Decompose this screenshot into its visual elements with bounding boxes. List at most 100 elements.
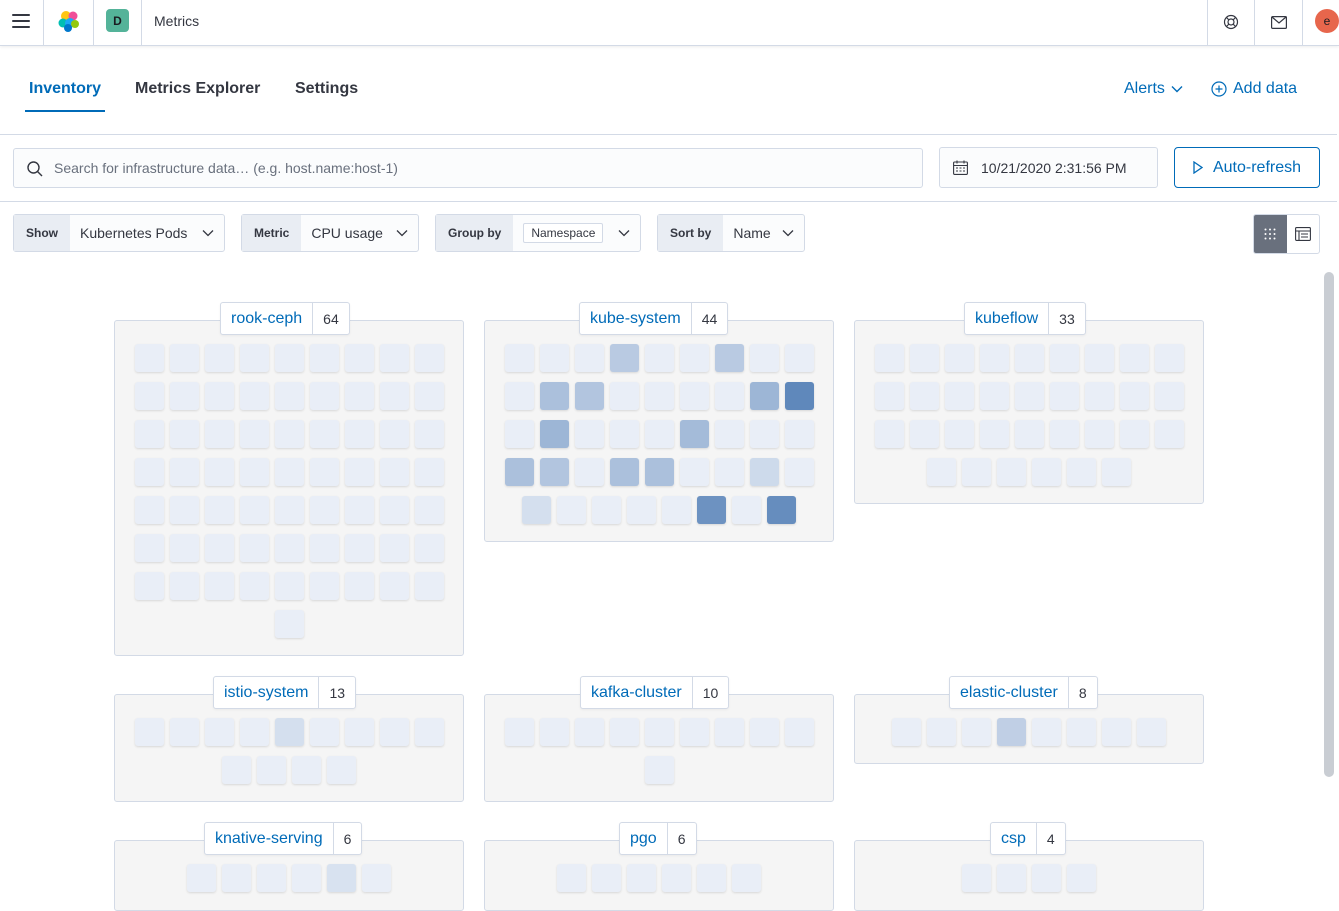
pod-cell[interactable]: [135, 344, 164, 372]
sort-by-select[interactable]: Sort by Name: [657, 214, 805, 252]
pod-cell[interactable]: [310, 344, 339, 372]
pod-cell[interactable]: [292, 864, 321, 892]
pod-cell[interactable]: [135, 572, 164, 600]
pod-cell[interactable]: [205, 344, 234, 372]
pod-cell[interactable]: [875, 420, 904, 448]
pod-cell[interactable]: [1067, 458, 1096, 486]
pod-cell[interactable]: [345, 572, 374, 600]
metric-select[interactable]: Metric CPU usage: [241, 214, 419, 252]
pod-cell[interactable]: [1155, 344, 1184, 372]
pod-cell[interactable]: [327, 864, 356, 892]
pod-cell[interactable]: [575, 718, 604, 746]
pod-cell[interactable]: [310, 458, 339, 486]
pod-cell[interactable]: [557, 864, 586, 892]
pod-cell[interactable]: [257, 864, 286, 892]
pod-cell[interactable]: [785, 420, 814, 448]
pod-cell[interactable]: [540, 458, 569, 486]
add-data-link[interactable]: Add data: [1211, 80, 1297, 98]
pod-cell[interactable]: [170, 382, 199, 410]
pod-cell[interactable]: [275, 718, 304, 746]
pod-cell[interactable]: [750, 382, 779, 410]
pod-cell[interactable]: [275, 534, 304, 562]
pod-cell[interactable]: [927, 718, 956, 746]
pod-cell[interactable]: [575, 420, 604, 448]
pod-cell[interactable]: [275, 572, 304, 600]
pod-cell[interactable]: [1015, 420, 1044, 448]
pod-cell[interactable]: [345, 718, 374, 746]
pod-cell[interactable]: [1050, 420, 1079, 448]
pod-cell[interactable]: [380, 534, 409, 562]
pod-cell[interactable]: [240, 718, 269, 746]
pod-cell[interactable]: [135, 420, 164, 448]
pod-cell[interactable]: [240, 496, 269, 524]
pod-cell[interactable]: [980, 344, 1009, 372]
pod-cell[interactable]: [715, 344, 744, 372]
pod-cell[interactable]: [1102, 458, 1131, 486]
group-header[interactable]: knative-serving 6: [204, 822, 363, 855]
pod-cell[interactable]: [750, 420, 779, 448]
pod-cell[interactable]: [785, 458, 814, 486]
pod-cell[interactable]: [205, 534, 234, 562]
pod-cell[interactable]: [575, 458, 604, 486]
pod-cell[interactable]: [310, 382, 339, 410]
pod-cell[interactable]: [980, 420, 1009, 448]
pod-cell[interactable]: [380, 718, 409, 746]
pod-cell[interactable]: [910, 344, 939, 372]
pod-cell[interactable]: [645, 718, 674, 746]
pod-cell[interactable]: [610, 420, 639, 448]
pod-cell[interactable]: [680, 344, 709, 372]
pod-cell[interactable]: [1050, 382, 1079, 410]
pod-cell[interactable]: [1015, 382, 1044, 410]
pod-cell[interactable]: [187, 864, 216, 892]
pod-cell[interactable]: [610, 382, 639, 410]
pod-cell[interactable]: [910, 382, 939, 410]
pod-cell[interactable]: [222, 756, 251, 784]
pod-cell[interactable]: [1085, 382, 1114, 410]
pod-cell[interactable]: [415, 420, 444, 448]
pod-cell[interactable]: [205, 718, 234, 746]
pod-cell[interactable]: [610, 458, 639, 486]
pod-cell[interactable]: [962, 718, 991, 746]
tab-settings[interactable]: Settings: [295, 80, 358, 98]
pod-cell[interactable]: [627, 496, 656, 524]
pod-cell[interactable]: [980, 382, 1009, 410]
pod-cell[interactable]: [945, 382, 974, 410]
pod-cell[interactable]: [1032, 458, 1061, 486]
pod-cell[interactable]: [1085, 420, 1114, 448]
pod-cell[interactable]: [275, 382, 304, 410]
group-header[interactable]: istio-system 13: [213, 676, 357, 709]
pod-cell[interactable]: [240, 572, 269, 600]
pod-cell[interactable]: [715, 458, 744, 486]
pod-cell[interactable]: [750, 344, 779, 372]
pod-cell[interactable]: [540, 344, 569, 372]
tab-inventory[interactable]: Inventory: [24, 80, 106, 112]
elastic-logo-icon[interactable]: [57, 9, 81, 33]
group-header[interactable]: pgo 6: [619, 822, 697, 855]
pod-cell[interactable]: [415, 382, 444, 410]
user-avatar[interactable]: e: [1315, 9, 1339, 33]
pod-cell[interactable]: [205, 496, 234, 524]
hamburger-icon[interactable]: [12, 14, 30, 28]
pod-cell[interactable]: [170, 420, 199, 448]
pod-cell[interactable]: [205, 420, 234, 448]
pod-cell[interactable]: [557, 496, 586, 524]
pod-cell[interactable]: [415, 534, 444, 562]
pod-cell[interactable]: [997, 458, 1026, 486]
pod-cell[interactable]: [240, 534, 269, 562]
pod-cell[interactable]: [505, 382, 534, 410]
pod-cell[interactable]: [697, 496, 726, 524]
pod-cell[interactable]: [240, 382, 269, 410]
pod-cell[interactable]: [1085, 344, 1114, 372]
pod-cell[interactable]: [135, 382, 164, 410]
pod-cell[interactable]: [275, 458, 304, 486]
pod-cell[interactable]: [362, 864, 391, 892]
map-view-button[interactable]: [1254, 215, 1287, 253]
pod-cell[interactable]: [345, 534, 374, 562]
pod-cell[interactable]: [610, 718, 639, 746]
pod-cell[interactable]: [875, 344, 904, 372]
pod-cell[interactable]: [997, 864, 1026, 892]
pod-cell[interactable]: [750, 718, 779, 746]
pod-cell[interactable]: [310, 572, 339, 600]
pod-cell[interactable]: [645, 420, 674, 448]
pod-cell[interactable]: [170, 718, 199, 746]
